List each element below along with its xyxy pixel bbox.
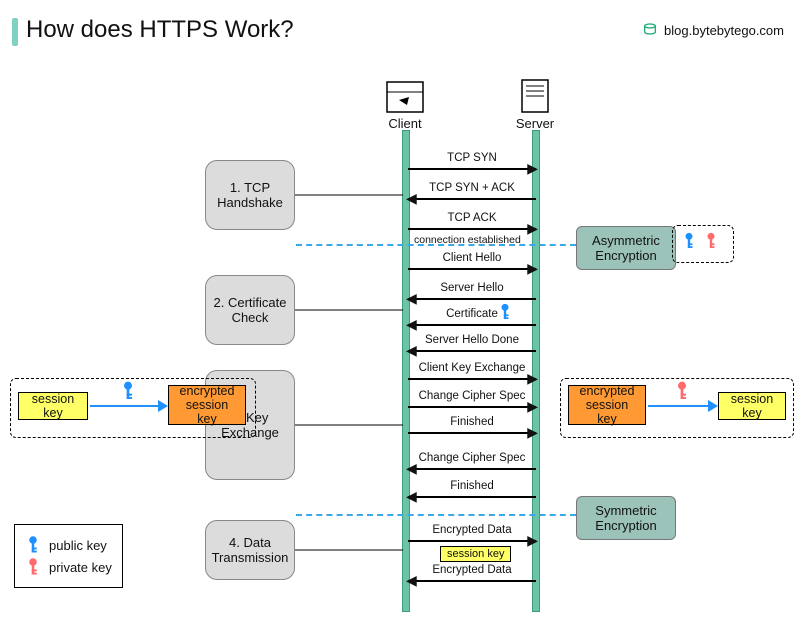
logo-icon — [642, 22, 658, 38]
key-icon — [682, 230, 696, 252]
key-icon — [498, 302, 512, 322]
key-icon — [704, 230, 718, 252]
note-asymmetric-encryption: Asymmetric Encryption — [576, 226, 676, 270]
key-icon — [674, 380, 690, 402]
server-lifeline — [532, 130, 540, 612]
title-accent — [12, 18, 18, 46]
key-icon — [25, 557, 41, 577]
box-enc-session-key-server: encrypted session key — [568, 385, 646, 425]
key-icon — [120, 380, 136, 402]
phase-certificate-check: 2. Certificate Check — [205, 275, 295, 345]
client-icon — [385, 80, 425, 114]
note-symmetric-encryption: Symmetric Encryption — [576, 496, 676, 540]
legend: public key private key — [14, 524, 123, 588]
arrow-server-decrypt — [648, 405, 716, 407]
divider-symmetric — [296, 514, 576, 516]
client-label: Client — [388, 116, 421, 131]
box-session-key-server: session key — [718, 392, 786, 420]
key-icon — [25, 535, 41, 555]
server-label: Server — [516, 116, 554, 131]
divider-label: connection established — [414, 234, 521, 246]
attribution: blog.bytebytego.com — [642, 22, 784, 38]
legend-public-key: public key — [25, 535, 112, 555]
phase-tcp-handshake: 1. TCP Handshake — [205, 160, 295, 230]
legend-private-key: private key — [25, 557, 112, 577]
arrow-client-encrypt — [90, 405, 166, 407]
attribution-text: blog.bytebytego.com — [664, 23, 784, 38]
server-icon — [520, 78, 550, 114]
box-session-key-client: session key — [18, 392, 88, 420]
box-enc-session-key-client: encrypted session key — [168, 385, 246, 425]
inline-session-key: session key — [440, 546, 511, 562]
page-title: How does HTTPS Work? — [26, 16, 294, 44]
phase-connectors — [295, 160, 405, 590]
phase-data-transmission: 4. Data Transmission — [205, 520, 295, 580]
